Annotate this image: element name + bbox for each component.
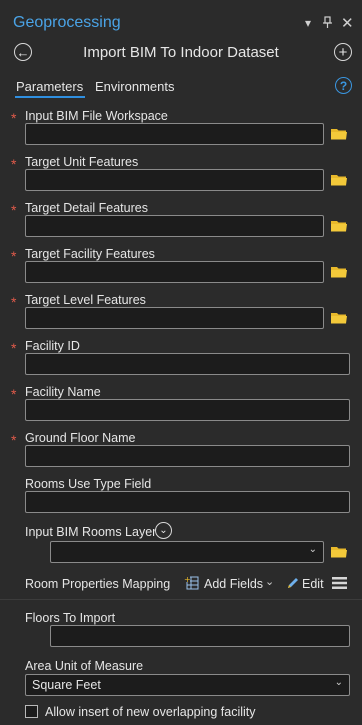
- facility-name-field[interactable]: [25, 399, 350, 421]
- svg-text:+: +: [184, 576, 191, 584]
- facility-id-label: Facility ID: [25, 339, 80, 353]
- required-marker: *: [11, 386, 17, 402]
- close-icon[interactable]: ✕: [341, 14, 354, 32]
- add-fields-icon[interactable]: +: [184, 575, 199, 593]
- target-facility-label: Target Facility Features: [25, 247, 155, 261]
- facility-name-label: Facility Name: [25, 385, 101, 399]
- pane-title: Geoprocessing: [13, 14, 121, 31]
- folder-icon[interactable]: [331, 546, 347, 558]
- input-bim-label: Input BIM File Workspace: [25, 109, 168, 123]
- edit-button[interactable]: Edit: [302, 577, 324, 591]
- folder-icon[interactable]: [331, 220, 347, 232]
- required-marker: *: [11, 110, 17, 126]
- required-marker: *: [11, 248, 17, 264]
- folder-icon[interactable]: [331, 312, 347, 324]
- facility-id-field[interactable]: [25, 353, 350, 375]
- target-level-field[interactable]: [25, 307, 324, 329]
- rooms-use-type-field[interactable]: [25, 491, 350, 513]
- input-rooms-layer-select[interactable]: ⌄: [50, 541, 324, 563]
- chevron-down-icon: ⌄: [334, 677, 343, 688]
- target-unit-field[interactable]: [25, 169, 324, 191]
- folder-icon[interactable]: [331, 128, 347, 140]
- expand-chevron-icon[interactable]: ⌄: [155, 522, 172, 539]
- chevron-down-icon[interactable]: ⌄: [265, 575, 274, 588]
- tab-environments[interactable]: Environments: [95, 79, 174, 94]
- ground-floor-label: Ground Floor Name: [25, 431, 136, 445]
- room-mapping-label: Room Properties Mapping: [25, 577, 171, 591]
- required-marker: *: [11, 156, 17, 172]
- tab-parameters[interactable]: Parameters: [16, 79, 83, 94]
- menu-icon[interactable]: [332, 577, 347, 592]
- add-fields-button[interactable]: Add Fields: [204, 577, 263, 591]
- target-unit-label: Target Unit Features: [25, 155, 139, 169]
- floors-to-import-field[interactable]: [50, 625, 350, 647]
- add-icon[interactable]: +: [334, 43, 352, 61]
- input-rooms-layer-label: Input BIM Rooms Layer: [25, 525, 157, 539]
- required-marker: *: [11, 432, 17, 448]
- target-level-label: Target Level Features: [25, 293, 146, 307]
- help-icon[interactable]: ?: [335, 77, 352, 94]
- required-marker: *: [11, 340, 17, 356]
- target-detail-label: Target Detail Features: [25, 201, 148, 215]
- rooms-use-type-label: Rooms Use Type Field: [25, 477, 152, 491]
- area-unit-select[interactable]: Square Feet ⌄: [25, 674, 350, 696]
- folder-icon[interactable]: [331, 266, 347, 278]
- pin-icon[interactable]: [323, 16, 332, 31]
- allow-insert-label: Allow insert of new overlapping facility: [45, 705, 256, 719]
- area-unit-value: Square Feet: [32, 678, 101, 692]
- input-bim-field[interactable]: [25, 123, 324, 145]
- folder-icon[interactable]: [331, 174, 347, 186]
- allow-insert-checkbox[interactable]: [25, 705, 38, 718]
- target-detail-field[interactable]: [25, 215, 324, 237]
- floors-to-import-label: Floors To Import: [25, 611, 116, 625]
- divider: [0, 599, 362, 600]
- options-chevron-icon[interactable]: ▾: [305, 16, 311, 30]
- area-unit-label: Area Unit of Measure: [25, 659, 144, 673]
- ground-floor-field[interactable]: [25, 445, 350, 467]
- required-marker: *: [11, 202, 17, 218]
- title-bar: Geoprocessing ▾ ✕: [0, 0, 362, 38]
- active-tab-indicator: [15, 96, 85, 98]
- tool-title: Import BIM To Indoor Dataset: [83, 44, 279, 61]
- target-facility-field[interactable]: [25, 261, 324, 283]
- pencil-icon[interactable]: [286, 576, 300, 593]
- chevron-down-icon: ⌄: [308, 544, 317, 555]
- required-marker: *: [11, 294, 17, 310]
